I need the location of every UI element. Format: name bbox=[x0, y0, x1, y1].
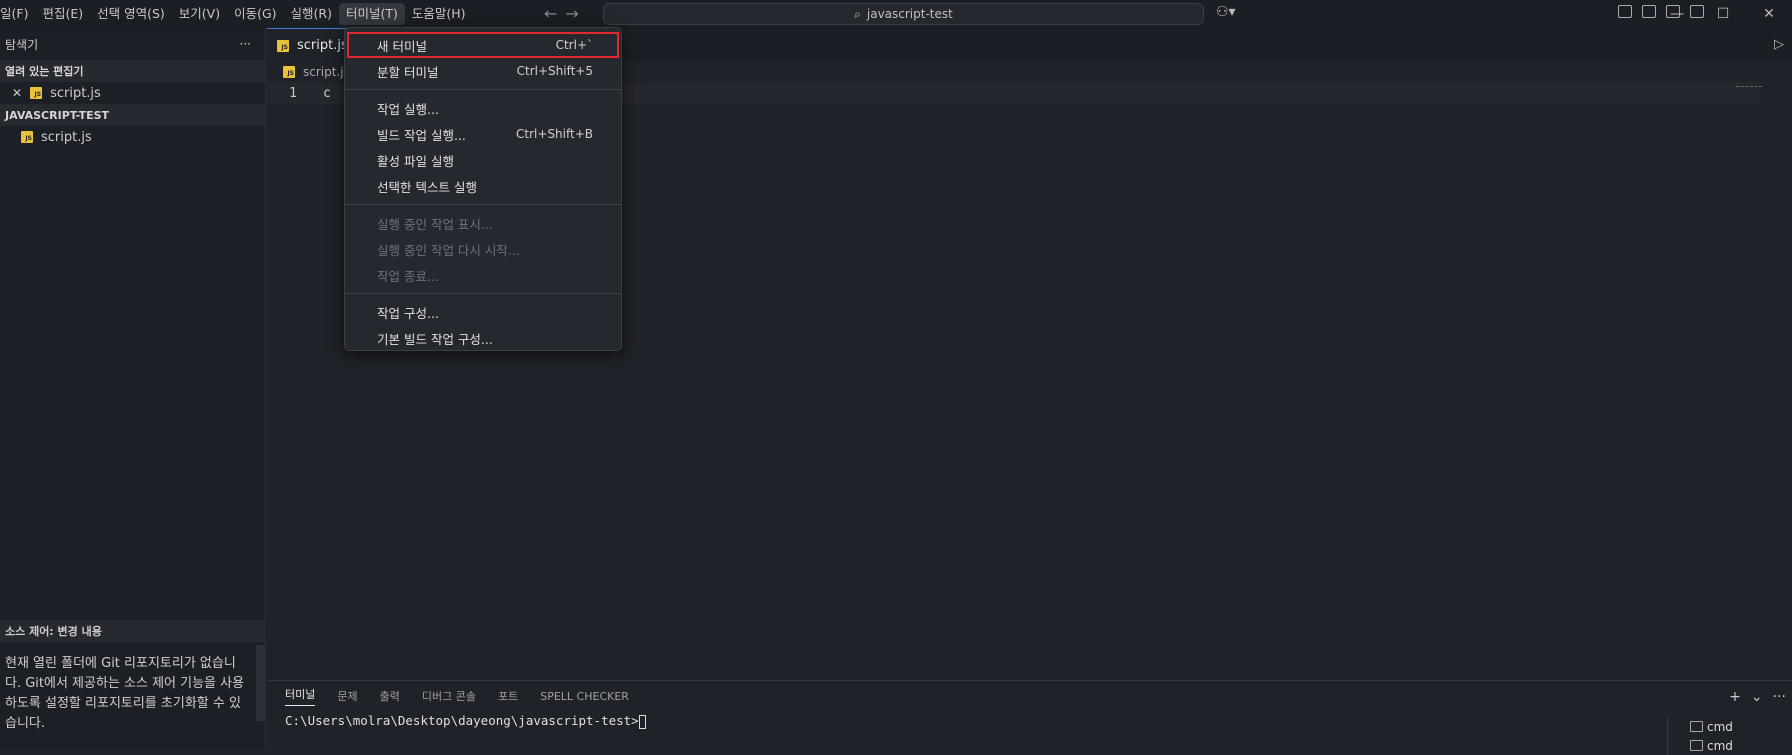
js-file-icon: JS bbox=[30, 87, 43, 99]
tab-output[interactable]: 출력 bbox=[380, 688, 400, 704]
menu-file[interactable]: 일(F) bbox=[0, 3, 35, 25]
menu-terminate-task: 작업 종료... bbox=[345, 262, 621, 288]
search-icon: ⌕ bbox=[854, 6, 861, 21]
minimize-icon[interactable]: — bbox=[1654, 0, 1700, 28]
source-control-header[interactable]: 소스 제어: 변경 내용 bbox=[0, 620, 266, 642]
line-number: 1 bbox=[289, 85, 297, 101]
menu-item-label: 활성 파일 실행 bbox=[377, 153, 454, 169]
terminal-list: cmd cmd bbox=[1667, 717, 1792, 755]
menu-separator bbox=[345, 293, 621, 294]
explorer-title: 탐색기 bbox=[5, 37, 39, 52]
menu-bar: 일(F) 편집(E) 선택 영역(S) 보기(V) 이동(G) 실행(R) 터미… bbox=[0, 0, 473, 28]
panel-actions: + ⌄ ··· bbox=[1729, 689, 1786, 705]
menu-item-label: 분할 터미널 bbox=[377, 64, 439, 80]
menu-item-label: 선택한 텍스트 실행 bbox=[377, 179, 477, 195]
menu-item-shortcut: Ctrl+Shift+5 bbox=[516, 64, 593, 78]
menu-item-label: 실행 중인 작업 표시... bbox=[377, 216, 493, 232]
menu-item-label: 작업 실행... bbox=[377, 101, 439, 117]
menu-run[interactable]: 실행(R) bbox=[284, 3, 339, 25]
close-window-icon[interactable]: ✕ bbox=[1746, 0, 1792, 28]
menu-view[interactable]: 보기(V) bbox=[172, 3, 227, 25]
sidebar-scrollbar[interactable] bbox=[256, 645, 266, 721]
menu-separator bbox=[345, 89, 621, 90]
close-editor-icon[interactable]: ✕ bbox=[12, 86, 22, 100]
js-file-icon: JS bbox=[21, 131, 33, 143]
command-center-search[interactable]: ⌕ javascript-test bbox=[603, 3, 1204, 25]
workspace-file-item[interactable]: JS script.js bbox=[0, 126, 265, 148]
workspace-section[interactable]: JAVASCRIPT-TEST bbox=[0, 104, 265, 126]
menu-item-shortcut: Ctrl+Shift+B bbox=[516, 127, 593, 141]
menu-selection[interactable]: 선택 영역(S) bbox=[90, 3, 172, 25]
menu-separator bbox=[345, 204, 621, 205]
more-actions-icon[interactable]: ··· bbox=[1773, 689, 1786, 705]
menu-item-label: 기본 빌드 작업 구성... bbox=[377, 331, 493, 347]
menu-split-terminal[interactable]: 분할 터미널 Ctrl+Shift+5 bbox=[345, 58, 621, 84]
terminal-cursor bbox=[638, 714, 646, 729]
menu-edit[interactable]: 편집(E) bbox=[35, 3, 90, 25]
bottom-panel: 터미널 문제 출력 디버그 콘솔 포트 SPELL CHECKER + ⌄ ··… bbox=[267, 680, 1792, 755]
terminal-icon bbox=[1690, 721, 1703, 732]
nav-arrows: ← → bbox=[544, 4, 579, 23]
search-label: javascript-test bbox=[866, 7, 953, 21]
tab-ports[interactable]: 포트 bbox=[498, 688, 518, 704]
menu-help[interactable]: 도움말(H) bbox=[405, 3, 473, 25]
menu-item-label: 작업 구성... bbox=[377, 305, 439, 321]
forward-arrow-icon[interactable]: → bbox=[565, 4, 578, 23]
open-editor-item[interactable]: ✕ JS script.js bbox=[0, 82, 265, 104]
breadcrumb-file: script.js bbox=[303, 65, 350, 79]
menu-configure-tasks[interactable]: 작업 구성... bbox=[345, 299, 621, 325]
panel-tabs: 터미널 문제 출력 디버그 콘솔 포트 SPELL CHECKER bbox=[267, 681, 1792, 711]
menu-run-task[interactable]: 작업 실행... bbox=[345, 95, 621, 121]
workspace-filename: script.js bbox=[41, 129, 92, 145]
menu-item-label: 새 터미널 bbox=[377, 38, 427, 54]
terminal-prompt: C:\Users\molra\Desktop\dayeong\javascrip… bbox=[285, 713, 639, 728]
menu-run-active-file[interactable]: 활성 파일 실행 bbox=[345, 147, 621, 173]
run-icon[interactable]: ▷ bbox=[1774, 37, 1784, 52]
menu-item-label: 빌드 작업 실행... bbox=[377, 127, 466, 143]
menu-show-running-tasks: 실행 중인 작업 표시... bbox=[345, 210, 621, 236]
open-editor-filename: script.js bbox=[50, 85, 101, 101]
menu-item-label: 실행 중인 작업 다시 시작... bbox=[377, 242, 520, 258]
terminal-output[interactable]: C:\Users\molra\Desktop\dayeong\javascrip… bbox=[267, 713, 1792, 729]
customize-layout-icon[interactable] bbox=[1618, 5, 1632, 18]
menu-terminal[interactable]: 터미널(T) bbox=[339, 3, 405, 25]
maximize-icon[interactable]: ☐ bbox=[1700, 0, 1746, 28]
tab-spell-checker[interactable]: SPELL CHECKER bbox=[540, 690, 629, 703]
terminal-icon bbox=[1690, 740, 1703, 751]
terminal-name: cmd bbox=[1707, 719, 1733, 734]
chevron-down-icon[interactable]: ⌄ bbox=[1751, 689, 1763, 705]
terminal-instance[interactable]: cmd bbox=[1690, 736, 1792, 755]
menu-run-build-task[interactable]: 빌드 작업 실행... Ctrl+Shift+B bbox=[345, 121, 621, 147]
open-editors-section[interactable]: 열려 있는 편집기 bbox=[0, 60, 265, 82]
back-arrow-icon[interactable]: ← bbox=[544, 4, 557, 23]
terminal-name: cmd bbox=[1707, 738, 1733, 753]
menu-configure-default-build-task[interactable]: 기본 빌드 작업 구성... bbox=[345, 325, 621, 351]
js-file-icon: JS bbox=[283, 66, 295, 78]
tab-problems[interactable]: 문제 bbox=[337, 688, 357, 704]
terminal-instance[interactable]: cmd bbox=[1690, 717, 1792, 736]
terminal-menu-dropdown: 새 터미널 Ctrl+` 분할 터미널 Ctrl+Shift+5 작업 실행..… bbox=[344, 27, 622, 351]
menu-go[interactable]: 이동(G) bbox=[227, 3, 283, 25]
minimap[interactable] bbox=[1736, 86, 1762, 88]
new-terminal-icon[interactable]: + bbox=[1729, 689, 1741, 705]
source-control-message: 현재 열린 폴더에 Git 리포지토리가 없습니다. Git에서 제공하는 소스… bbox=[5, 656, 245, 731]
menu-item-label: 작업 종료... bbox=[377, 268, 439, 284]
tab-terminal[interactable]: 터미널 bbox=[285, 686, 316, 706]
menu-new-terminal[interactable]: 새 터미널 Ctrl+` bbox=[347, 32, 619, 58]
tab-debug-console[interactable]: 디버그 콘솔 bbox=[422, 688, 476, 704]
tab-label: script.js bbox=[297, 38, 348, 53]
js-file-icon: JS bbox=[277, 39, 289, 52]
explorer-header: 탐색기 ··· bbox=[0, 28, 265, 60]
title-bar: 일(F) 편집(E) 선택 영역(S) 보기(V) 이동(G) 실행(R) 터미… bbox=[0, 0, 1792, 28]
line-text: c bbox=[323, 85, 331, 101]
menu-restart-running-task: 실행 중인 작업 다시 시작... bbox=[345, 236, 621, 262]
window-controls: — ☐ ✕ bbox=[1654, 0, 1792, 28]
menu-run-selected-text[interactable]: 선택한 텍스트 실행 bbox=[345, 173, 621, 199]
menu-item-shortcut: Ctrl+` bbox=[555, 38, 593, 52]
copilot-icon[interactable]: ⚇▾ bbox=[1216, 4, 1236, 20]
more-actions-icon[interactable]: ··· bbox=[240, 37, 251, 51]
